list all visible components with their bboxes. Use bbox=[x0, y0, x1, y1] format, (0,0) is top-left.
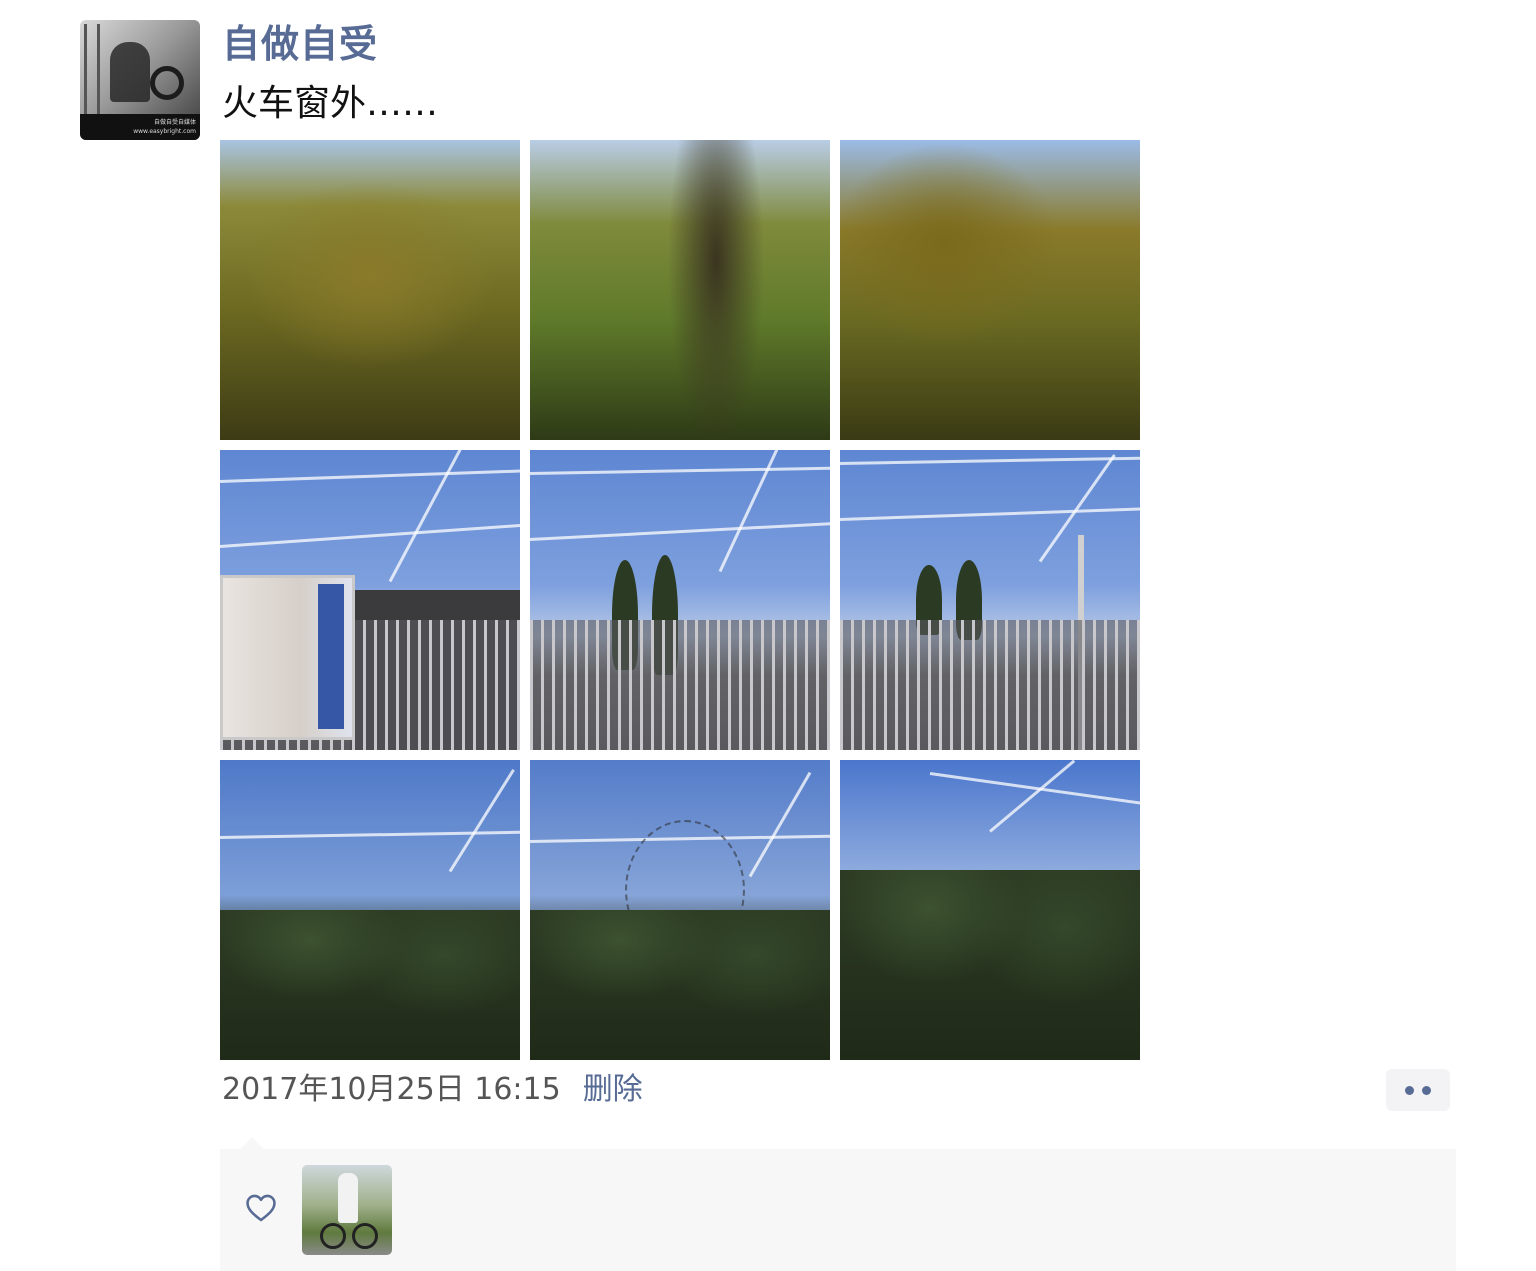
author-avatar[interactable]: 自做自受自媒体 www.easybright.com bbox=[80, 20, 200, 140]
billboard-strip bbox=[318, 584, 344, 729]
contrail bbox=[840, 506, 1140, 521]
contrail bbox=[989, 760, 1076, 833]
hedge-shape bbox=[840, 870, 1140, 1060]
liker-avatar[interactable] bbox=[302, 1165, 392, 1255]
more-options-button[interactable] bbox=[1386, 1069, 1450, 1111]
contrail bbox=[530, 466, 830, 475]
contrail bbox=[748, 771, 812, 878]
avatar-caption: 自做自受自媒体 www.easybright.com bbox=[80, 114, 200, 140]
more-dots-icon bbox=[1405, 1085, 1414, 1095]
photo-evening-hedge-1[interactable] bbox=[220, 760, 520, 1060]
contrail bbox=[220, 522, 520, 548]
more-dots-icon bbox=[1422, 1085, 1431, 1095]
contrail bbox=[448, 768, 515, 873]
photo-evening-hedge-2[interactable] bbox=[840, 760, 1140, 1060]
rider-shape bbox=[338, 1173, 358, 1223]
fence-shape bbox=[530, 620, 830, 750]
hedge-shape bbox=[220, 910, 520, 1060]
photo-autumn-trees-1[interactable] bbox=[220, 140, 520, 440]
fence-shape bbox=[840, 620, 1140, 750]
contrail bbox=[840, 456, 1140, 465]
post-text: 火车窗外…… bbox=[222, 83, 439, 124]
bike-wheel-shape bbox=[320, 1223, 346, 1249]
delete-button[interactable]: 删除 bbox=[583, 1068, 643, 1112]
heart-outline-icon bbox=[246, 1194, 276, 1222]
contrail bbox=[388, 450, 462, 583]
contrail bbox=[929, 772, 1140, 807]
avatar-figure-shape bbox=[110, 42, 150, 102]
author-name[interactable]: 自做自受 bbox=[222, 20, 378, 68]
contrail bbox=[220, 468, 520, 483]
photo-station-fence[interactable] bbox=[530, 450, 830, 750]
post-timestamp: 2017年10月25日 16:15 bbox=[222, 1072, 561, 1107]
bike-wheel-shape bbox=[352, 1223, 378, 1249]
photo-station-platform[interactable] bbox=[840, 450, 1140, 750]
contrail bbox=[530, 521, 830, 541]
photo-station-billboard[interactable] bbox=[220, 450, 520, 750]
avatar-wheel-shape bbox=[150, 66, 184, 100]
likes-pointer bbox=[240, 1137, 264, 1149]
billboard bbox=[220, 575, 355, 740]
photo-evening-bare-tree[interactable] bbox=[530, 760, 830, 1060]
photo-autumn-trees-3[interactable] bbox=[840, 140, 1140, 440]
post-meta: 2017年10月25日 16:15 删除 bbox=[222, 1068, 643, 1112]
photo-autumn-trees-2[interactable] bbox=[530, 140, 830, 440]
photo-grid bbox=[220, 140, 1140, 1060]
hedge-shape bbox=[530, 910, 830, 1060]
likes-panel bbox=[220, 1149, 1456, 1271]
moments-post: 自做自受自媒体 www.easybright.com 自做自受 火车窗外…… 2… bbox=[0, 0, 1536, 1271]
